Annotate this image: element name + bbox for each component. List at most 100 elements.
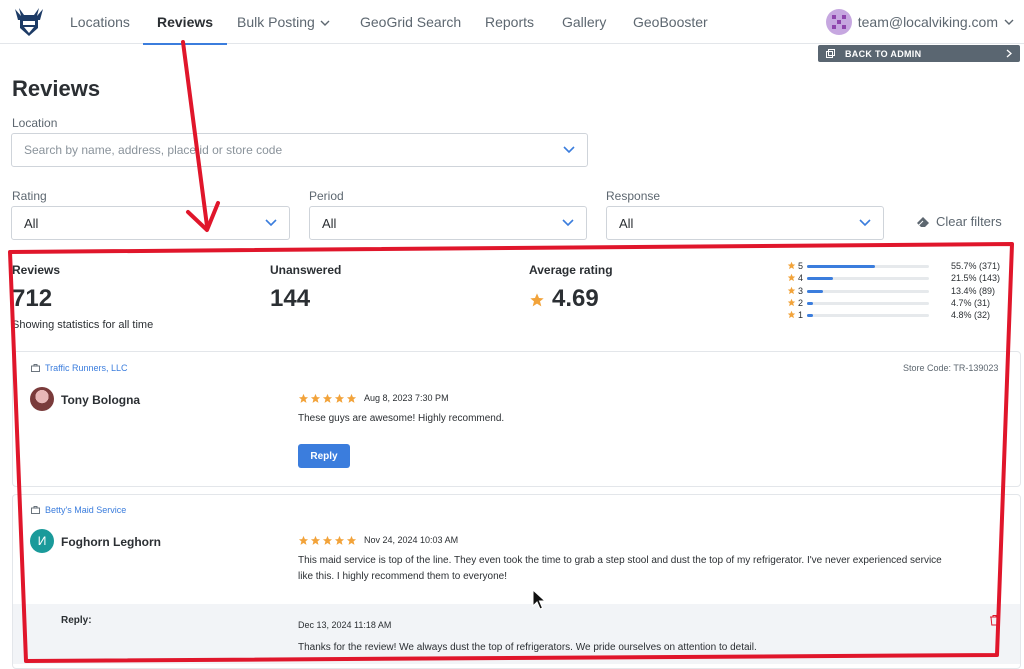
response-label: Response <box>606 189 661 203</box>
period-select[interactable]: All <box>309 206 587 240</box>
copy-icon <box>826 49 835 58</box>
star-icon <box>530 293 544 307</box>
chevron-down-icon <box>563 146 575 154</box>
rating-percentage: 55.7% (371) <box>951 261 1001 271</box>
reply-date: Dec 13, 2024 11:18 AM <box>298 620 392 630</box>
star-icon <box>298 535 309 545</box>
trash-icon[interactable] <box>989 614 1000 626</box>
star-icon <box>322 535 333 545</box>
eraser-icon <box>917 216 929 227</box>
rating-distribution-row: 2 4.7% (31) <box>787 298 1007 310</box>
reply-button[interactable]: Reply <box>298 444 350 468</box>
star-icon <box>787 286 796 294</box>
location-search-input[interactable]: Search by name, address, place id or sto… <box>11 133 588 167</box>
rating-star-count: 1 <box>798 310 804 321</box>
location-label: Location <box>12 116 58 130</box>
star-icon <box>787 261 796 270</box>
rating-bar-track <box>807 301 929 305</box>
rating-bar-track <box>807 277 929 281</box>
rating-distribution-row: 4 21.5% (143) <box>787 273 1007 285</box>
unanswered-stat-label: Unanswered <box>270 263 342 277</box>
rating-bar-track <box>807 289 929 293</box>
viking-logo-icon[interactable] <box>12 6 46 38</box>
tab-reports[interactable]: Reports <box>485 0 534 44</box>
rating-percentage: 13.4% (89) <box>951 285 996 296</box>
unanswered-stat-value: 144 <box>270 285 311 312</box>
rating-bar-fill <box>807 314 813 318</box>
rating-star-count: 3 <box>798 285 804 296</box>
chevron-down-icon <box>265 219 277 227</box>
location-name-link[interactable]: Traffic Runners, LLC <box>31 363 128 373</box>
chevron-down-icon <box>562 219 574 227</box>
location-name-link[interactable]: Betty's Maid Service <box>31 505 126 515</box>
rating-percentage: 4.7% (31) <box>951 297 991 308</box>
tab-reviews[interactable]: Reviews <box>142 0 228 45</box>
store-icon <box>31 364 40 372</box>
star-icon <box>346 535 357 545</box>
clear-filters-button[interactable]: Clear filters <box>916 214 1002 229</box>
rating-bar-fill <box>807 277 834 281</box>
avatar <box>825 9 852 35</box>
rating-percentage: 4.8% (32) <box>951 310 991 321</box>
star-icon <box>787 298 796 306</box>
rating-bar-track <box>807 314 929 318</box>
account-menu[interactable]: team@localviking.com <box>825 8 1014 36</box>
rating-distribution-row: 1 4.8% (32) <box>787 310 1007 322</box>
rating-bar-fill <box>807 265 875 268</box>
chevron-down-icon <box>859 219 871 227</box>
review-text-line: like this. I highly recommend them to ev… <box>298 571 507 582</box>
chevron-down-icon <box>1004 19 1014 25</box>
reply-text: Thanks for the review! We always dust th… <box>298 642 757 653</box>
reviews-stat-label: Reviews <box>12 263 61 277</box>
rating-bar-track <box>807 265 929 268</box>
star-rating <box>298 535 357 546</box>
tab-bulk-posting[interactable]: Bulk Posting <box>237 0 330 44</box>
star-icon <box>787 310 796 319</box>
stats-period-note: Showing statistics for all time <box>12 319 154 331</box>
mouse-cursor-icon <box>532 589 546 610</box>
tab-locations[interactable]: Locations <box>70 0 130 44</box>
reviews-stat-value: 712 <box>12 285 53 312</box>
avatar: И <box>30 529 54 553</box>
review-date: Aug 8, 2023 7:30 PM <box>364 393 449 403</box>
store-code: Store Code: TR-139023 <box>903 363 999 373</box>
rating-label: Rating <box>12 189 47 203</box>
star-icon <box>334 393 345 403</box>
rating-star-count: 5 <box>798 261 804 271</box>
rating-distribution-row: 3 13.4% (89) <box>787 286 1007 298</box>
chevron-down-icon <box>320 20 330 27</box>
store-icon <box>31 506 40 514</box>
star-icon <box>310 535 321 545</box>
tab-geogrid-search[interactable]: GeoGrid Search <box>360 0 461 44</box>
account-email: team@localviking.com <box>857 14 998 30</box>
reviewer-name: Foghorn Leghorn <box>61 535 161 549</box>
response-select[interactable]: All <box>606 206 884 240</box>
top-nav: Locations Reviews Bulk Posting GeoGrid S… <box>0 0 1024 45</box>
period-label: Period <box>309 189 344 203</box>
rating-percentage: 21.5% (143) <box>951 273 1001 284</box>
star-icon <box>310 393 321 403</box>
reply-label: Reply: <box>61 615 92 626</box>
rating-bar-fill <box>807 301 813 305</box>
tab-gallery[interactable]: Gallery <box>562 0 606 44</box>
back-to-admin-button[interactable]: BACK TO ADMIN <box>818 45 1020 62</box>
rating-star-count: 2 <box>798 297 804 308</box>
star-icon <box>346 393 357 403</box>
page-title: Reviews <box>12 76 101 101</box>
avatar <box>30 387 54 411</box>
rating-bar-fill <box>807 289 824 293</box>
star-rating <box>298 393 357 404</box>
chevron-right-icon <box>1006 49 1012 58</box>
star-icon <box>322 393 333 403</box>
star-icon <box>334 535 345 545</box>
review-text-line: This maid service is top of the line. Th… <box>298 555 942 566</box>
avg-rating-value: 4.69 <box>552 285 599 312</box>
star-icon <box>298 393 309 403</box>
rating-distribution-row: 5 55.7% (371) <box>787 261 1007 273</box>
rating-select[interactable]: All <box>11 206 290 240</box>
review-text: These guys are awesome! Highly recommend… <box>298 413 505 424</box>
tab-geobooster[interactable]: GeoBooster <box>633 0 708 44</box>
avg-rating-label: Average rating <box>529 263 613 277</box>
star-icon <box>787 274 796 282</box>
review-card <box>12 351 1021 487</box>
